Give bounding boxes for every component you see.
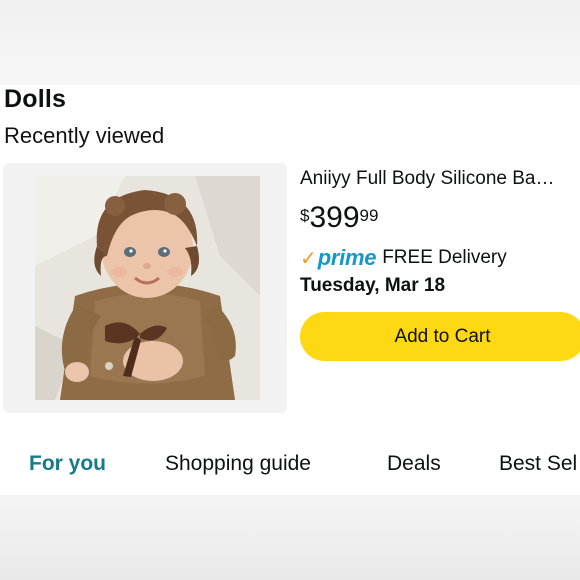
product-price: $ 399 99 — [300, 202, 378, 236]
add-to-cart-button[interactable]: Add to Cart — [300, 312, 580, 361]
section-title: Dolls — [4, 85, 67, 113]
prime-check-icon: ✓ — [300, 247, 317, 270]
section-subtitle: Recently viewed — [4, 123, 165, 148]
recently-viewed-card: Dolls Recently viewed Aniiyy Full Body S… — [0, 85, 580, 495]
product-title-link[interactable]: Aniiyy Full Body Silicone Ba… — [300, 168, 576, 190]
prime-wordmark: prime — [317, 245, 377, 270]
baby-doll-photo — [35, 176, 260, 400]
price-whole: 399 — [309, 201, 360, 234]
delivery-date: Tuesday, Mar 18 — [300, 275, 446, 296]
tab-shopping-guide[interactable]: Shopping guide — [165, 452, 311, 476]
category-tabs: For you Shopping guide Deals Best Sel — [0, 445, 580, 485]
top-background — [0, 0, 580, 85]
bottom-background — [0, 495, 580, 580]
product-thumbnail[interactable] — [3, 163, 287, 413]
tab-deals[interactable]: Deals — [387, 452, 441, 476]
tab-best-sellers[interactable]: Best Sel — [499, 452, 577, 476]
price-symbol: $ — [300, 206, 310, 225]
prime-delivery-row: ✓ prime FREE Delivery — [300, 244, 507, 272]
price-fraction: 99 — [359, 206, 379, 225]
free-delivery-text: FREE Delivery — [382, 247, 507, 268]
prime-logo: ✓ prime — [300, 245, 376, 271]
tab-for-you[interactable]: For you — [29, 452, 106, 476]
